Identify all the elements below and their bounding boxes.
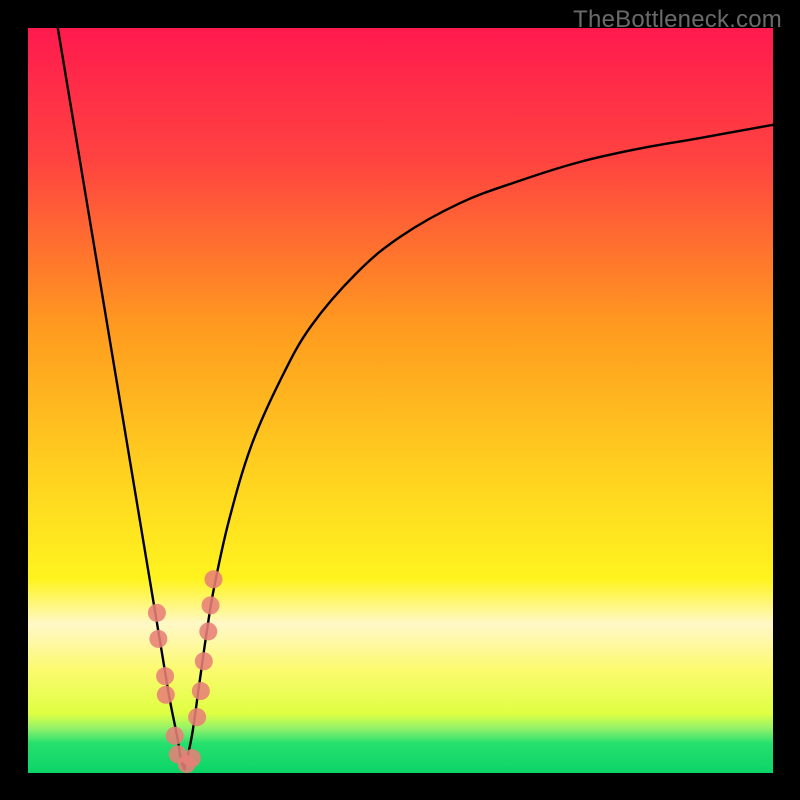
marker-point [205,570,223,588]
curve-right-branch [184,125,773,769]
marker-group [148,570,223,773]
marker-point [195,652,213,670]
marker-point [166,727,184,745]
marker-point [157,686,175,704]
marker-point [156,667,174,685]
marker-point [149,630,167,648]
curve-svg [28,28,773,773]
marker-point [192,682,210,700]
curve-left-branch [58,28,185,769]
chart-frame: TheBottleneck.com [0,0,800,800]
plot-area [28,28,773,773]
marker-point [188,708,206,726]
marker-point [199,622,217,640]
marker-point [148,604,166,622]
marker-point [202,596,220,614]
watermark-text: TheBottleneck.com [573,6,782,34]
marker-point [183,749,201,767]
